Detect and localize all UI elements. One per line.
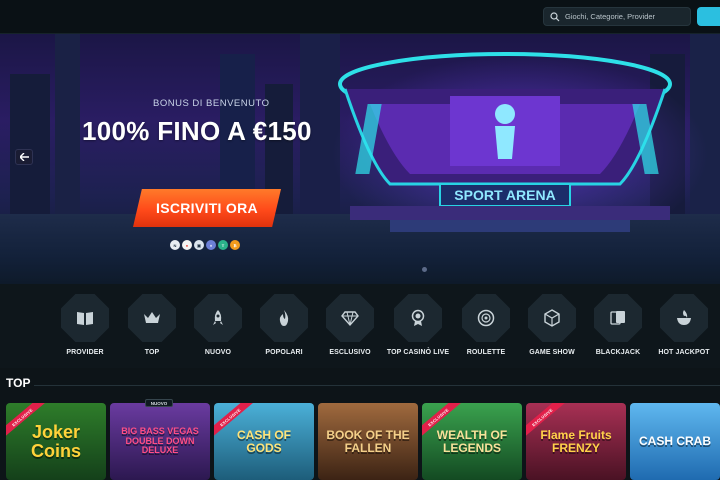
bonus-headline: 100% FINO A €150 — [82, 116, 312, 146]
search-input[interactable] — [565, 12, 685, 21]
category-label: ROULETTE — [466, 349, 506, 356]
diamond-icon — [341, 311, 359, 327]
games-row: EXCLUSIVE Joker Coins BIG BASS VEGAS DOU… — [6, 403, 720, 480]
category-blackjack[interactable]: BLACKJACK — [583, 294, 653, 364]
carousel-prev-button[interactable] — [15, 149, 33, 165]
game-title: WEALTH OF LEGENDS — [436, 427, 508, 455]
game-title: CASH OF GODS — [237, 427, 291, 455]
game-title: Joker Coins — [30, 421, 81, 461]
medal-icon — [411, 309, 425, 326]
arena-sign-text: SPORT ARENA — [454, 187, 555, 203]
hero-banner[interactable]: SPORT ARENA BONUS DI BENVENUTO 100% FINO… — [0, 34, 720, 284]
ethereum-icon: ♦ — [206, 240, 216, 250]
search-box[interactable] — [543, 7, 691, 26]
category-label: POPOLARI — [265, 349, 303, 356]
book-icon — [77, 312, 93, 325]
game-tile[interactable]: EXCLUSIVE CASH OF GODS — [214, 403, 314, 480]
category-top-casino-live[interactable]: TOP CASINÒ LIVE — [383, 294, 453, 364]
category-esclusivo[interactable]: ESCLUSIVO — [315, 294, 385, 364]
category-label: PROVIDER — [66, 349, 104, 356]
category-label: TOP — [144, 349, 160, 356]
search-icon — [550, 11, 560, 21]
game-tile[interactable]: EXCLUSIVE WEALTH OF LEGENDS — [422, 403, 522, 480]
roulette-icon — [477, 309, 495, 327]
game-tile[interactable]: CASH CRAB — [630, 403, 720, 480]
game-tile[interactable]: EXCLUSIVE Joker Coins — [6, 403, 106, 480]
nexi-icon: N — [170, 240, 180, 250]
rocket-icon — [213, 310, 223, 325]
category-label: GAME SHOW — [529, 349, 575, 356]
category-label: BLACKJACK — [595, 349, 641, 356]
category-label: NUOVO — [204, 349, 232, 356]
flame-icon — [279, 310, 289, 326]
category-provider[interactable]: PROVIDER — [50, 294, 120, 364]
category-top[interactable]: TOP — [117, 294, 187, 364]
category-label: HOT JACKPOT — [658, 349, 710, 356]
top-bar — [0, 0, 720, 34]
signup-button[interactable]: ISCRIVITI ORA — [133, 189, 281, 227]
bank-icon: ▣ — [194, 240, 204, 250]
category-label: ESCLUSIVO — [329, 349, 371, 356]
carousel-dot[interactable] — [422, 267, 427, 272]
cards-icon — [610, 311, 625, 325]
game-title: Flame Fruits FRENZY — [540, 427, 612, 455]
section-title-top: TOP — [6, 376, 31, 390]
tether-icon: T — [218, 240, 228, 250]
game-title: CASH CRAB — [639, 434, 711, 449]
bitcoin-icon: ₿ — [230, 240, 240, 250]
sport-arena-illustration: SPORT ARENA — [338, 52, 672, 232]
new-badge: NUOVO — [145, 399, 173, 407]
mastercard-icon: ● — [182, 240, 192, 250]
game-title: BOOK OF THE FALLEN — [326, 427, 410, 455]
category-game-show[interactable]: GAME SHOW — [517, 294, 587, 364]
category-nav: PROVIDER TOP NUOVO POPOLARI ESCLUSIVO TO… — [0, 284, 720, 368]
category-roulette[interactable]: ROULETTE — [451, 294, 521, 364]
category-nuovo[interactable]: NUOVO — [183, 294, 253, 364]
fire-pot-icon — [677, 310, 691, 325]
payment-methods: N ● ▣ ♦ T ₿ — [170, 240, 240, 250]
game-tile[interactable]: BOOK OF THE FALLEN — [318, 403, 418, 480]
category-popolari[interactable]: POPOLARI — [249, 294, 319, 364]
dice-icon — [544, 309, 560, 327]
section-divider — [34, 385, 720, 386]
crown-icon — [144, 312, 160, 323]
header-action-button[interactable] — [697, 7, 720, 26]
category-hot-jackpot[interactable]: HOT JACKPOT — [649, 294, 719, 364]
welcome-bonus-label: BONUS DI BENVENUTO — [153, 98, 270, 109]
game-title: BIG BASS VEGAS DOUBLE DOWN DELUXE — [121, 426, 199, 456]
arrow-left-icon — [19, 153, 29, 161]
game-tile[interactable]: EXCLUSIVE Flame Fruits FRENZY — [526, 403, 626, 480]
game-tile[interactable]: BIG BASS VEGAS DOUBLE DOWN DELUXE — [110, 403, 210, 480]
category-label: TOP CASINÒ LIVE — [386, 349, 450, 356]
